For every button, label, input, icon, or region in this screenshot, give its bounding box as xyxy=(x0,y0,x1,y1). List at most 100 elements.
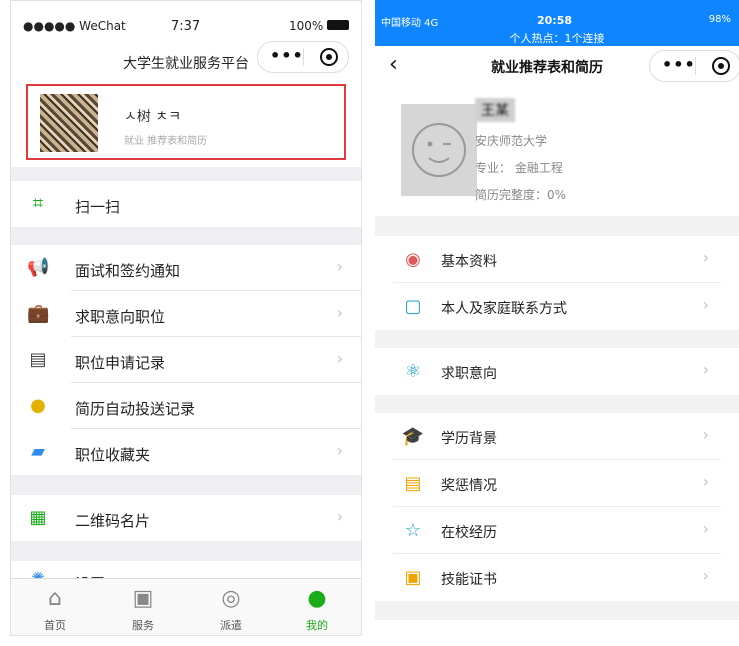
section-label: 奖惩情况 xyxy=(441,478,497,494)
chevron-right-icon: › xyxy=(702,295,709,314)
section-campus-experience[interactable]: ☆ 在校经历 › xyxy=(375,507,739,554)
menu-item-favorites[interactable]: ▰ 职位收藏夹 › xyxy=(11,429,361,475)
chevron-right-icon: › xyxy=(702,360,709,379)
section-certificates[interactable]: ▣ 技能证书 › xyxy=(375,554,739,601)
section-label: 学历背景 xyxy=(441,431,497,447)
status-carrier: 中国移动 4G xyxy=(381,18,439,29)
android-icon: ● xyxy=(30,395,46,416)
close-target-icon[interactable] xyxy=(712,57,730,75)
menu-item-interview[interactable]: 📢 面试和签约通知 › xyxy=(11,245,361,291)
megaphone-icon: 📢 xyxy=(27,257,50,278)
chevron-right-icon: › xyxy=(702,248,709,267)
home-icon: ⌂ xyxy=(48,586,62,611)
dispatch-icon: ◎ xyxy=(221,586,241,611)
avatar xyxy=(401,104,477,196)
menu-item-applications[interactable]: ▤ 职位申请记录 › xyxy=(11,337,361,383)
tab-dispatch[interactable]: ◎ 派遣 xyxy=(187,579,275,635)
tab-home[interactable]: ⌂ 首页 xyxy=(11,579,99,635)
close-target-icon[interactable] xyxy=(320,48,338,66)
briefcase-icon: 💼 xyxy=(27,303,50,324)
menu-item-scan[interactable]: ⌗ 扫一扫 xyxy=(11,181,361,227)
section-label: 基本资料 xyxy=(441,254,497,270)
menu-label: 二维码名片 xyxy=(75,512,151,530)
left-header: ●●●●● WeChat 7:37 100% 大学生就业服务平台 ••• xyxy=(11,1,361,79)
chevron-right-icon: › xyxy=(702,472,709,491)
chevron-right-icon: › xyxy=(702,425,709,444)
graduation-cap-icon: 🎓 xyxy=(401,426,425,447)
page-title: 大学生就业服务平台 xyxy=(123,56,249,72)
tab-mine[interactable]: ● 我的 xyxy=(273,579,361,635)
back-icon[interactable]: ‹ xyxy=(389,52,398,77)
section-group-basic: ◉ 基本资料 › ▢ 本人及家庭联系方式 › xyxy=(375,236,739,330)
section-label: 技能证书 xyxy=(441,572,497,588)
section-group-intention: ⚛ 求职意向 › xyxy=(375,348,739,395)
profile-highlight[interactable]: ㅅ树 ㅊㅋ 就业 推荐表和简历 xyxy=(26,84,346,160)
status-bar: 中国移动 4G 20:58 98% 个人热点：1个连接 xyxy=(375,0,739,46)
more-icon[interactable]: ••• xyxy=(662,55,696,74)
star-icon: ☆ xyxy=(404,520,422,541)
status-battery: 100% xyxy=(289,19,324,33)
award-icon: ▤ xyxy=(404,473,422,494)
capsule-divider xyxy=(303,48,304,66)
page-title: 就业推荐表和简历 xyxy=(491,60,603,76)
tab-label: 首页 xyxy=(44,619,66,632)
section-job-intention[interactable]: ⚛ 求职意向 › xyxy=(375,348,739,395)
chevron-right-icon: › xyxy=(702,566,709,585)
tab-label: 派遣 xyxy=(220,619,242,632)
menu-label: 求职意向职位 xyxy=(75,308,166,326)
battery-icon xyxy=(327,20,349,30)
avatar xyxy=(40,94,98,152)
capsule-menu[interactable]: ••• xyxy=(257,41,349,73)
folder-star-icon: ▰ xyxy=(31,441,45,462)
section-group-experience: 🎓 学历背景 › ▤ 奖惩情况 › ☆ 在校经历 › ▣ 技能证书 › xyxy=(375,413,739,601)
scan-icon: ⌗ xyxy=(32,193,44,214)
capsule-divider xyxy=(695,57,696,75)
smiley-face-icon xyxy=(412,123,466,177)
status-time: 20:58 xyxy=(537,14,573,27)
chevron-right-icon: › xyxy=(336,441,343,460)
section-label: 本人及家庭联系方式 xyxy=(441,301,567,317)
qrcode-group: ▦ 二维码名片 › xyxy=(11,495,361,541)
resume-profile[interactable]: 王某 安庆师范大学 专业： 金融工程 简历完整度：0% xyxy=(375,86,739,216)
tab-label: 服务 xyxy=(132,619,154,632)
section-education[interactable]: 🎓 学历背景 › xyxy=(375,413,739,460)
menu-item-qrcode[interactable]: ▦ 二维码名片 › xyxy=(11,495,361,541)
status-carrier: ●●●●● WeChat xyxy=(23,19,126,33)
profile-subtitle: 就业 推荐表和简历 xyxy=(124,136,208,147)
section-label: 求职意向 xyxy=(441,366,497,382)
atom-icon: ⚛ xyxy=(404,361,422,382)
section-group-more xyxy=(375,620,739,636)
scan-group: ⌗ 扫一扫 xyxy=(11,181,361,227)
capsule-menu[interactable]: ••• xyxy=(649,50,739,82)
section-basic-info[interactable]: ◉ 基本资料 › xyxy=(375,236,739,283)
menu-label: 面试和签约通知 xyxy=(75,262,181,280)
tab-bar: ⌂ 首页 ▣ 服务 ◎ 派遣 ● 我的 xyxy=(11,578,361,635)
document-icon: ▤ xyxy=(29,349,47,370)
tab-label: 我的 xyxy=(306,619,328,632)
certificate-icon: ▣ xyxy=(404,567,422,588)
chevron-right-icon: › xyxy=(336,349,343,368)
profile-name: ㅅ树 ㅊㅋ xyxy=(124,109,182,125)
status-battery: 98% xyxy=(708,14,731,25)
menu-item-intention[interactable]: 💼 求职意向职位 › xyxy=(11,291,361,337)
menu-item-auto-send[interactable]: ● 简历自动投送记录 xyxy=(11,383,361,429)
menu-label: 职位收藏夹 xyxy=(75,446,151,464)
profile-completeness: 简历完整度：0% xyxy=(475,188,567,202)
menu-label: 扫一扫 xyxy=(75,198,121,216)
id-badge-icon: ◉ xyxy=(405,249,421,270)
nav-bar: ‹ 就业推荐表和简历 ••• xyxy=(375,46,739,86)
chevron-right-icon: › xyxy=(336,507,343,526)
tab-services[interactable]: ▣ 服务 xyxy=(99,579,187,635)
hotspot-banner[interactable]: 个人热点：1个连接 xyxy=(375,30,739,46)
section-awards[interactable]: ▤ 奖惩情况 › xyxy=(375,460,739,507)
main-menu-group: 📢 面试和签约通知 › 💼 求职意向职位 › ▤ 职位申请记录 › ● 简历自动… xyxy=(11,245,361,475)
profile-major: 专业： 金融工程 xyxy=(475,161,563,175)
profile-card[interactable]: ㅅ树 ㅊㅋ 就业 推荐表和简历 xyxy=(11,79,361,167)
qrcode-icon: ▦ xyxy=(29,507,47,528)
chevron-right-icon: › xyxy=(702,519,709,538)
section-contact[interactable]: ▢ 本人及家庭联系方式 › xyxy=(375,283,739,330)
more-icon[interactable]: ••• xyxy=(270,46,304,65)
contact-card-icon: ▢ xyxy=(404,296,422,317)
profile-name: 王某 xyxy=(475,98,515,122)
chevron-right-icon: › xyxy=(336,303,343,322)
